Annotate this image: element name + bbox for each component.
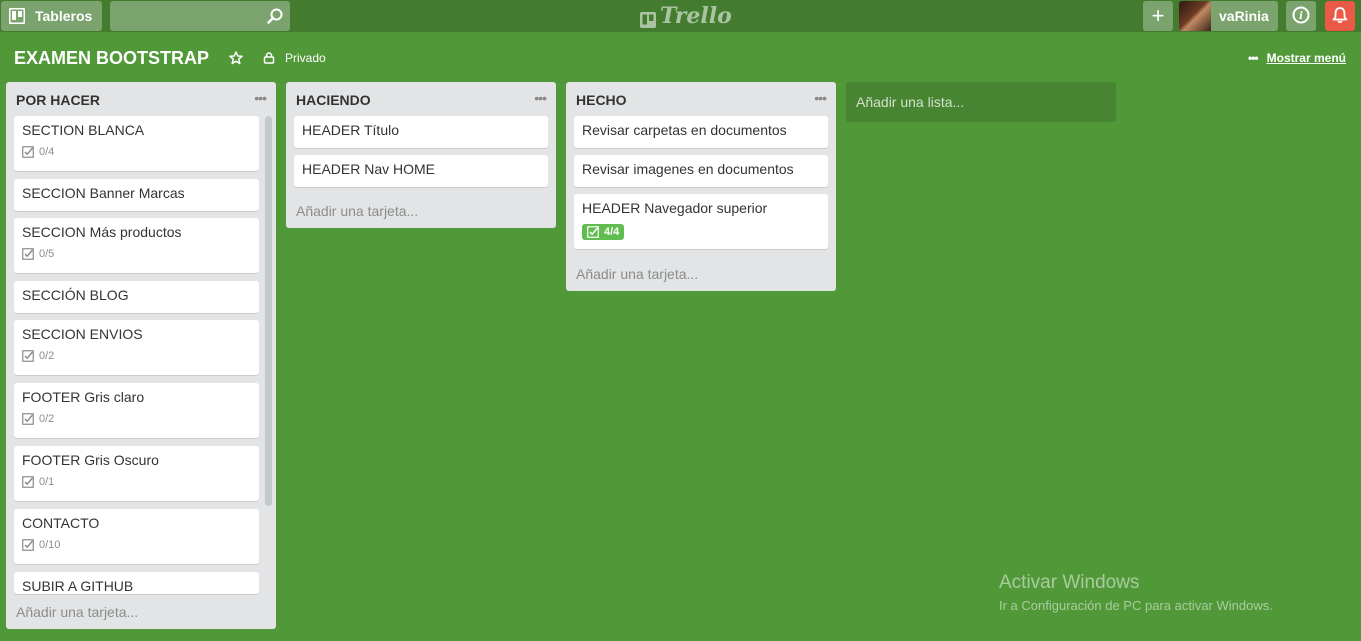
search-input[interactable]: [110, 1, 260, 31]
user-name: vaRinia: [1219, 8, 1269, 24]
add-card-link[interactable]: Añadir una tarjeta...: [296, 203, 418, 219]
trello-logo[interactable]: Trello: [640, 3, 732, 29]
list-menu-icon[interactable]: •••: [254, 90, 267, 106]
watermark-title: Activar Windows: [999, 572, 1140, 593]
plus-icon: +: [1151, 3, 1165, 28]
card-title: HEADER Navegador superior: [582, 200, 768, 216]
visibility-label: Privado: [285, 51, 326, 65]
list-title[interactable]: POR HACER: [16, 92, 100, 108]
list-haciendo: HACIENDO ••• HEADER Título HEADER Nav HO…: [286, 82, 556, 228]
user-menu-button[interactable]: vaRinia: [1179, 1, 1278, 31]
add-button[interactable]: +: [1143, 1, 1173, 31]
list-title[interactable]: HECHO: [576, 92, 627, 108]
checklist-badge: 0/10: [22, 539, 251, 551]
card-title: SECCION Banner Marcas: [22, 185, 185, 201]
avatar: [1179, 1, 1211, 31]
list-menu-icon[interactable]: •••: [534, 90, 547, 106]
lock-icon: [263, 52, 275, 64]
card[interactable]: FOOTER Gris Oscuro 0/1: [14, 446, 259, 501]
card[interactable]: HEADER Navegador superior 4/4: [574, 194, 828, 249]
show-menu-label: Mostrar menú: [1266, 51, 1346, 65]
checklist-badge-complete: 4/4: [582, 224, 625, 240]
boards-button[interactable]: Tableros: [1, 1, 102, 31]
checklist-badge: 0/5: [22, 248, 251, 260]
card-title: SUBIR A GITHUB: [22, 578, 134, 594]
card[interactable]: HEADER Nav HOME: [294, 155, 548, 187]
card[interactable]: HEADER Título: [294, 116, 548, 148]
card[interactable]: SUBIR A GITHUB: [14, 572, 259, 594]
card-title: SECCION ENVIOS: [22, 326, 143, 342]
checklist-icon: [22, 146, 34, 158]
checklist-icon: [22, 476, 34, 488]
checklist-badge: 0/4: [22, 146, 251, 158]
card-title: SECCION Más productos: [22, 224, 182, 240]
svg-text:i: i: [1299, 11, 1303, 22]
card[interactable]: CONTACTO 0/10: [14, 509, 259, 564]
card[interactable]: SECCION ENVIOS 0/2: [14, 320, 259, 375]
list-hecho: HECHO ••• Revisar carpetas en documentos…: [566, 82, 836, 291]
checklist-icon: [22, 350, 34, 362]
search-box[interactable]: [110, 1, 290, 31]
add-card-link[interactable]: Añadir una tarjeta...: [576, 266, 698, 282]
boards-icon: [9, 8, 25, 24]
card-title: SECCIÓN BLOG: [22, 287, 129, 303]
card-title: SECTION BLANCA: [22, 122, 145, 138]
checklist-icon: [22, 413, 34, 425]
boards-label: Tableros: [35, 8, 93, 24]
list-title[interactable]: HACIENDO: [296, 92, 371, 108]
windows-activation-watermark: Activar Windows Ir a Configuración de PC…: [999, 572, 1273, 613]
checklist-icon: [22, 539, 34, 551]
card[interactable]: SECCION Banner Marcas: [14, 179, 259, 211]
card-title: HEADER Nav HOME: [302, 161, 436, 177]
visibility-button[interactable]: Privado: [263, 51, 326, 65]
top-header: Tableros Trello + vaRinia i: [0, 0, 1361, 32]
card[interactable]: SECCIÓN BLOG: [14, 281, 259, 313]
star-icon[interactable]: [229, 51, 243, 65]
logo-text: Trello: [660, 3, 732, 29]
card-title: FOOTER Gris claro: [22, 389, 145, 405]
card-title: FOOTER Gris Oscuro: [22, 452, 159, 468]
list-scrollbar[interactable]: [265, 116, 272, 506]
checklist-icon: [587, 226, 599, 238]
checklist-badge: 0/2: [22, 350, 251, 362]
card[interactable]: SECTION BLANCA 0/4: [14, 116, 259, 171]
checklist-badge: 0/1: [22, 476, 251, 488]
card[interactable]: Revisar imagenes en documentos: [574, 155, 828, 187]
trello-logo-icon: [640, 8, 656, 28]
info-button[interactable]: i: [1286, 1, 1316, 31]
list-menu-icon[interactable]: •••: [814, 90, 827, 106]
add-card-link[interactable]: Añadir una tarjeta...: [16, 604, 138, 620]
add-list-button[interactable]: Añadir una lista...: [846, 82, 1116, 122]
list-por-hacer: POR HACER ••• SECTION BLANCA 0/4 SECCION…: [6, 82, 276, 629]
ellipsis-icon: •••: [1248, 51, 1259, 65]
card-title: Revisar carpetas en documentos: [582, 122, 787, 138]
watermark-subtitle: Ir a Configuración de PC para activar Wi…: [999, 598, 1273, 613]
notifications-button[interactable]: [1325, 1, 1355, 31]
info-icon: i: [1292, 6, 1310, 27]
card-title: CONTACTO: [22, 515, 100, 531]
card-title: HEADER Título: [302, 122, 399, 138]
checklist-badge: 0/2: [22, 413, 251, 425]
board-title[interactable]: EXAMEN BOOTSTRAP: [14, 48, 209, 69]
bell-icon: [1331, 6, 1349, 27]
checklist-icon: [22, 248, 34, 260]
card[interactable]: FOOTER Gris claro 0/2: [14, 383, 259, 438]
card-title: Revisar imagenes en documentos: [582, 161, 794, 177]
search-icon[interactable]: [266, 7, 284, 25]
card[interactable]: Revisar carpetas en documentos: [574, 116, 828, 148]
show-menu-link[interactable]: ••• Mostrar menú: [1248, 51, 1346, 65]
card[interactable]: SECCION Más productos 0/5: [14, 218, 259, 273]
